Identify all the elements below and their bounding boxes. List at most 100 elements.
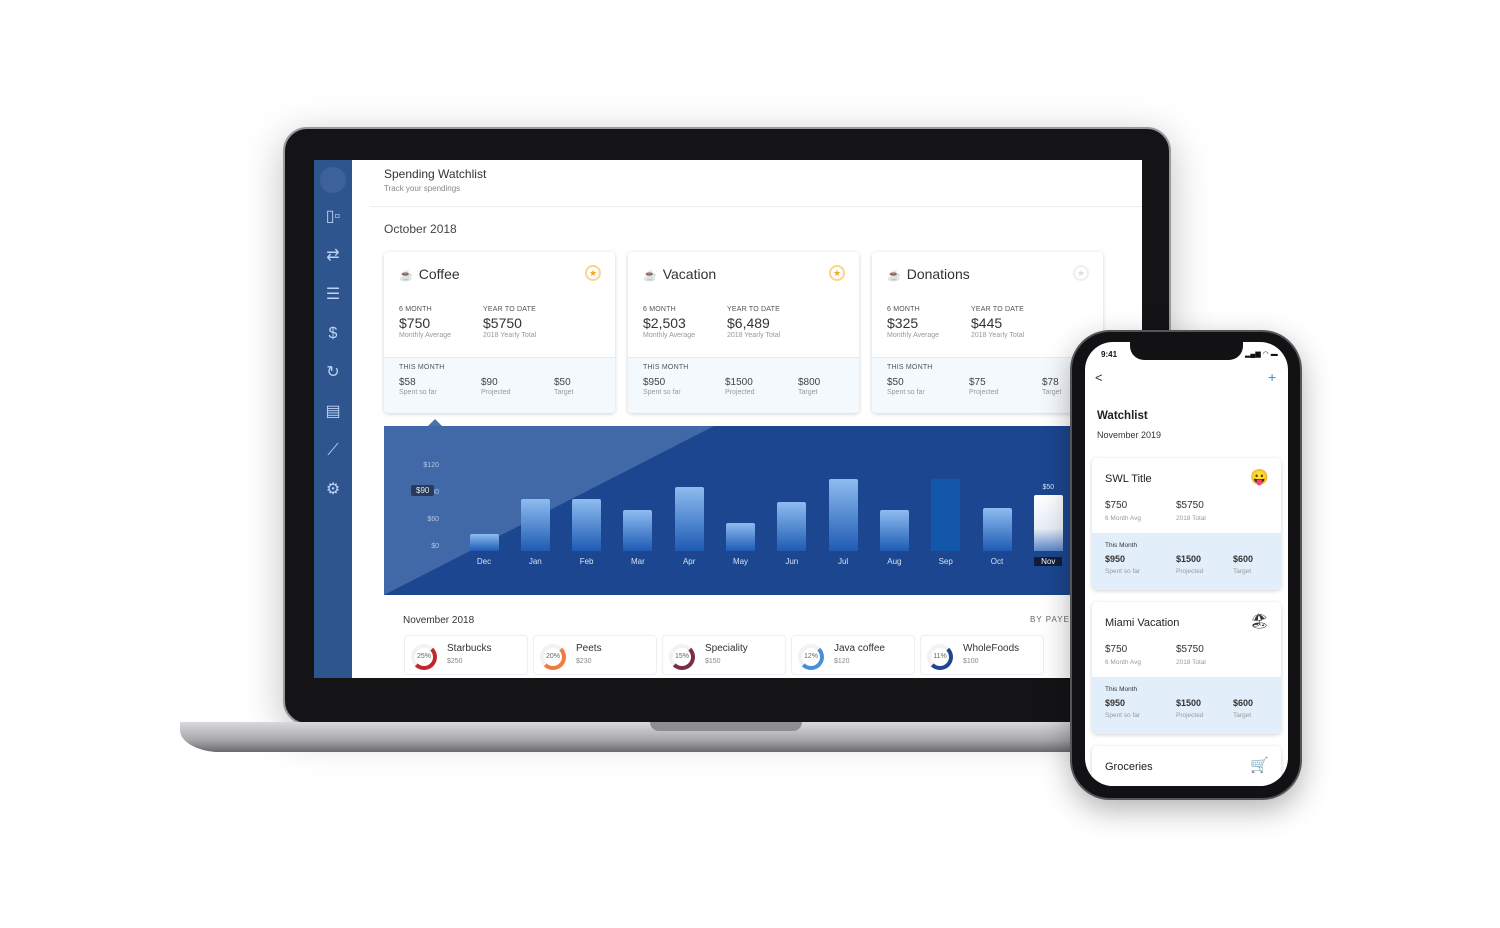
card-title: ☕ Vacation	[643, 266, 716, 282]
page-title: Spending Watchlist	[384, 167, 487, 181]
payee-amount: $150	[705, 658, 721, 665]
phone-watchlist-card[interactable]: SWL Title 😛 $750 6 Month Avg $5750 2018 T…	[1092, 458, 1281, 590]
label: YEAR TO DATE	[971, 306, 1024, 313]
bar-feb[interactable]	[572, 499, 602, 551]
year-to-date: YEAR TO DATE $6,489 2018 Yearly Total	[727, 306, 780, 339]
card-title: Groceries	[1105, 761, 1153, 773]
dashboard-icon[interactable]: ▯▫	[323, 207, 343, 227]
label: THIS MONTH	[887, 364, 933, 371]
label: THIS MONTH	[399, 364, 445, 371]
bills-icon[interactable]: $	[323, 324, 343, 344]
value: $50	[554, 377, 571, 388]
projected-label: Projected	[1176, 568, 1204, 575]
star-icon[interactable]: ★	[1073, 265, 1089, 281]
label: THIS MONTH	[643, 364, 689, 371]
sub: Spent so far	[887, 389, 925, 396]
phone-watchlist-card[interactable]: Miami Vacation 🏖 $750 6 Month Avg $5750 2…	[1092, 602, 1281, 734]
value: $325	[887, 315, 919, 331]
label: This Month	[1105, 542, 1138, 549]
this-month-section: This Month $950 Spent so far $1500 Proje…	[1092, 533, 1281, 590]
value: $445	[971, 315, 1003, 331]
star-icon[interactable]: ★	[829, 265, 845, 281]
percent-donut: 25%	[411, 644, 437, 670]
projected-label: Projected	[1176, 712, 1204, 719]
y-tick-label: $120	[423, 462, 439, 469]
bar-jun[interactable]	[777, 502, 807, 551]
payee-amount: $230	[576, 658, 592, 665]
projected: $1500 Projected	[725, 377, 755, 396]
x-tick-label: Jul	[837, 557, 849, 566]
avg-value: $750	[1105, 500, 1128, 511]
star-icon[interactable]: ★	[585, 265, 601, 281]
gear-icon[interactable]: ⚙	[323, 480, 343, 500]
category-emoji-icon: 😛	[1250, 469, 1269, 486]
spent: $58 Spent so far	[399, 377, 437, 396]
watchlist-card[interactable]: ☕ Vacation ★ 6 MONTH $2,503 Monthly Average…	[628, 252, 859, 413]
value: $90	[481, 377, 498, 388]
sub: Spent so far	[643, 389, 681, 396]
category-emoji-icon: 🏖	[1249, 613, 1269, 630]
label: 6 MONTH	[643, 306, 676, 313]
sub: Projected	[481, 389, 511, 396]
x-tick-label: Jan	[528, 557, 542, 566]
card-title-text: Donations	[906, 266, 970, 282]
status-icons: ▂▄▆ ◠ ▬	[1245, 351, 1278, 358]
monthly-bar-chart: $0$60$80$120$90DecJanFebMarAprMayJunJulA…	[384, 426, 1142, 595]
value: $950	[643, 377, 666, 388]
reports-icon[interactable]: ▤	[323, 402, 343, 422]
sub: Monthly Average	[887, 332, 940, 339]
payee-card[interactable]: 25% Starbucks $250	[404, 635, 528, 675]
phone-title: Watchlist	[1097, 410, 1148, 422]
coffee-cup-icon: ☕	[887, 270, 901, 282]
total-value: $5750	[1176, 644, 1204, 655]
bar-jul[interactable]	[828, 478, 858, 551]
percent: 12%	[803, 653, 818, 660]
x-tick-label: Aug	[887, 557, 902, 566]
value: $1500	[725, 377, 753, 388]
sub: Target	[798, 389, 818, 396]
bar-may[interactable]	[726, 523, 755, 551]
watchlist-card[interactable]: ☕ Donations ★ 6 MONTH $325 Monthly Average …	[872, 252, 1103, 413]
projected-value: $1500	[1176, 698, 1202, 708]
recurring-icon[interactable]: ↻	[323, 363, 343, 383]
card-title: ☕ Coffee	[399, 266, 460, 282]
accounts-icon[interactable]: ☰	[323, 285, 343, 305]
bar-nov[interactable]	[1033, 494, 1063, 551]
projected: $75 Projected	[969, 377, 999, 396]
coffee-cup-icon: ☕	[643, 270, 657, 282]
label: YEAR TO DATE	[483, 306, 536, 313]
avatar[interactable]	[320, 167, 346, 193]
total-value: $5750	[1176, 500, 1204, 511]
chart-icon[interactable]: ⟋	[323, 441, 343, 461]
sub: 2018 Yearly Total	[971, 332, 1025, 339]
percent-donut: 12%	[798, 644, 824, 670]
target-label: Target	[1233, 712, 1252, 719]
x-tick-label: Feb	[579, 557, 594, 566]
add-button[interactable]: +	[1268, 369, 1276, 385]
target-label: Target	[1233, 568, 1252, 575]
bar-jan[interactable]	[520, 499, 550, 551]
x-tick-label: Jun	[785, 557, 799, 566]
bar-sep[interactable]	[931, 478, 961, 551]
bar-aug[interactable]	[879, 509, 909, 551]
transfer-icon[interactable]: ⇄	[323, 246, 343, 266]
watchlist-card[interactable]: ☕ Coffee ★ 6 MONTH $750 Monthly Average YEA…	[384, 252, 615, 413]
value: $800	[798, 377, 821, 388]
payee-card[interactable]: 11% WholeFoods $100	[920, 635, 1044, 675]
phone-watchlist-card[interactable]: Groceries 🛒	[1092, 746, 1281, 786]
sub: Target	[554, 389, 574, 396]
bar-apr[interactable]	[674, 486, 704, 551]
year-to-date: YEAR TO DATE $5750 2018 Yearly Total	[483, 306, 536, 339]
card-title-text: Vacation	[662, 266, 717, 282]
phone-notch	[1130, 342, 1243, 360]
payee-card[interactable]: 12% Java coffee $120	[791, 635, 915, 675]
sub: Projected	[725, 389, 755, 396]
bar-mar[interactable]	[623, 509, 653, 551]
back-button[interactable]: <	[1095, 370, 1103, 385]
bar-dec[interactable]	[469, 534, 499, 551]
payee-card[interactable]: 15% Speciality $150	[662, 635, 786, 675]
bar-oct[interactable]	[982, 507, 1012, 551]
payee-card[interactable]: 20% Peets $230	[533, 635, 657, 675]
total-label: 2018 Total	[1176, 659, 1206, 666]
sub: 2018 Yearly Total	[483, 332, 537, 339]
